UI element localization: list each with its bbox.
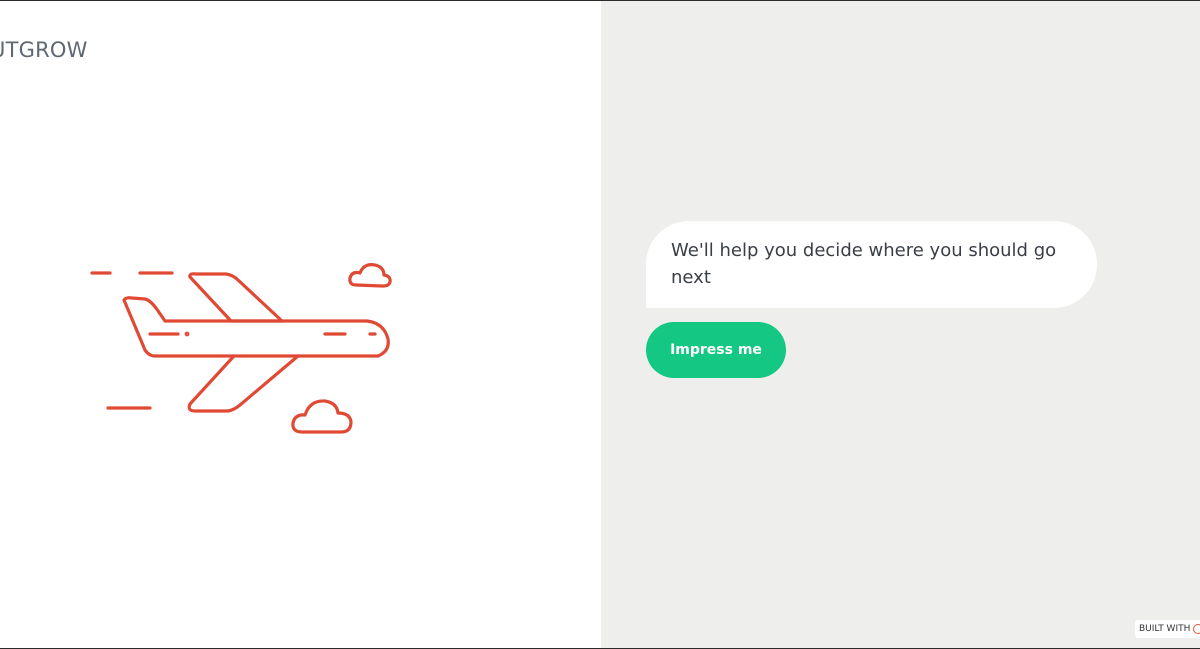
airplane-icon xyxy=(90,263,392,434)
outgrow-logo-icon xyxy=(1193,624,1200,634)
airplane-fuselage xyxy=(122,296,390,358)
impress-me-button[interactable]: Impress me xyxy=(646,322,786,378)
built-with-badge[interactable]: BUILT WITH xyxy=(1135,620,1200,638)
airplane-wing-bottom xyxy=(187,354,300,413)
chat-message-text: We'll help you decide where you should g… xyxy=(671,240,1057,288)
cloud-icon xyxy=(291,399,353,434)
left-panel: UTGROW xyxy=(0,1,601,648)
built-with-label: BUILT WITH xyxy=(1139,624,1191,634)
landing-page: UTGROW We'll help you decide where xyxy=(0,0,1200,649)
cloud-icon xyxy=(348,263,392,288)
airplane-wing-top xyxy=(188,272,284,323)
chat-message-bubble: We'll help you decide where you should g… xyxy=(646,221,1097,308)
brand-logo[interactable]: UTGROW xyxy=(0,38,88,62)
